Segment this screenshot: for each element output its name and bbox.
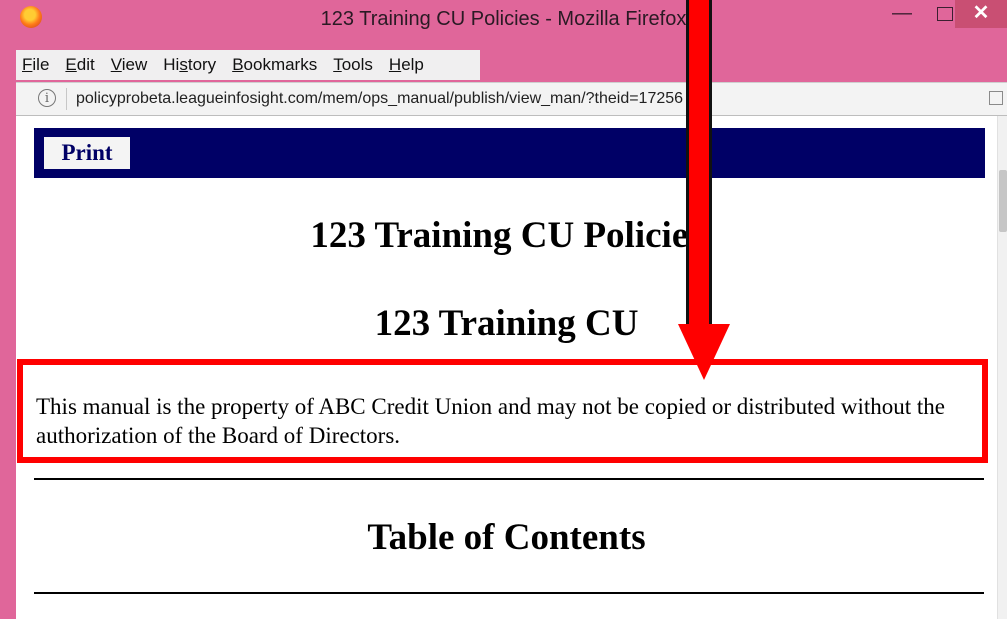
- annotation-arrow-head: [678, 324, 730, 380]
- scrollbar-thumb[interactable]: [999, 170, 1007, 232]
- menu-tools[interactable]: Tools: [333, 55, 373, 75]
- print-bar: Print: [34, 128, 985, 178]
- vertical-scrollbar[interactable]: [997, 116, 1007, 619]
- info-icon[interactable]: i: [38, 89, 56, 107]
- url-bar[interactable]: i policyprobeta.leagueinfosight.com/mem/…: [16, 82, 1007, 116]
- print-button[interactable]: Print: [44, 137, 130, 169]
- manual-title: 123 Training CU Policies: [310, 215, 703, 256]
- divider: [34, 478, 984, 480]
- menu-bookmarks[interactable]: Bookmarks: [232, 55, 317, 75]
- menu-history[interactable]: History: [163, 55, 216, 75]
- window-title: 123 Training CU Policies - Mozilla Firef…: [320, 8, 687, 30]
- menu-edit[interactable]: Edit: [65, 55, 94, 75]
- menu-file[interactable]: File: [22, 55, 49, 75]
- close-button[interactable]: ✕: [955, 0, 1007, 28]
- minimize-button[interactable]: —: [882, 0, 922, 28]
- menu-view[interactable]: View: [111, 55, 148, 75]
- maximize-icon: [937, 7, 953, 21]
- window-titlebar: 123 Training CU Policies - Mozilla Firef…: [0, 0, 1007, 46]
- url-separator: [66, 88, 67, 110]
- divider: [34, 592, 984, 594]
- credit-union-name: 123 Training CU: [374, 303, 639, 344]
- annotation-highlight-box: [17, 359, 988, 463]
- url-text[interactable]: policyprobeta.leagueinfosight.com/mem/op…: [76, 90, 683, 108]
- menu-bar: File Edit View History Bookmarks Tools H…: [16, 50, 480, 80]
- annotation-arrow: [689, 0, 709, 336]
- menu-help[interactable]: Help: [389, 55, 424, 75]
- toc-heading: Table of Contents: [367, 517, 646, 558]
- reader-view-icon[interactable]: [989, 91, 1003, 105]
